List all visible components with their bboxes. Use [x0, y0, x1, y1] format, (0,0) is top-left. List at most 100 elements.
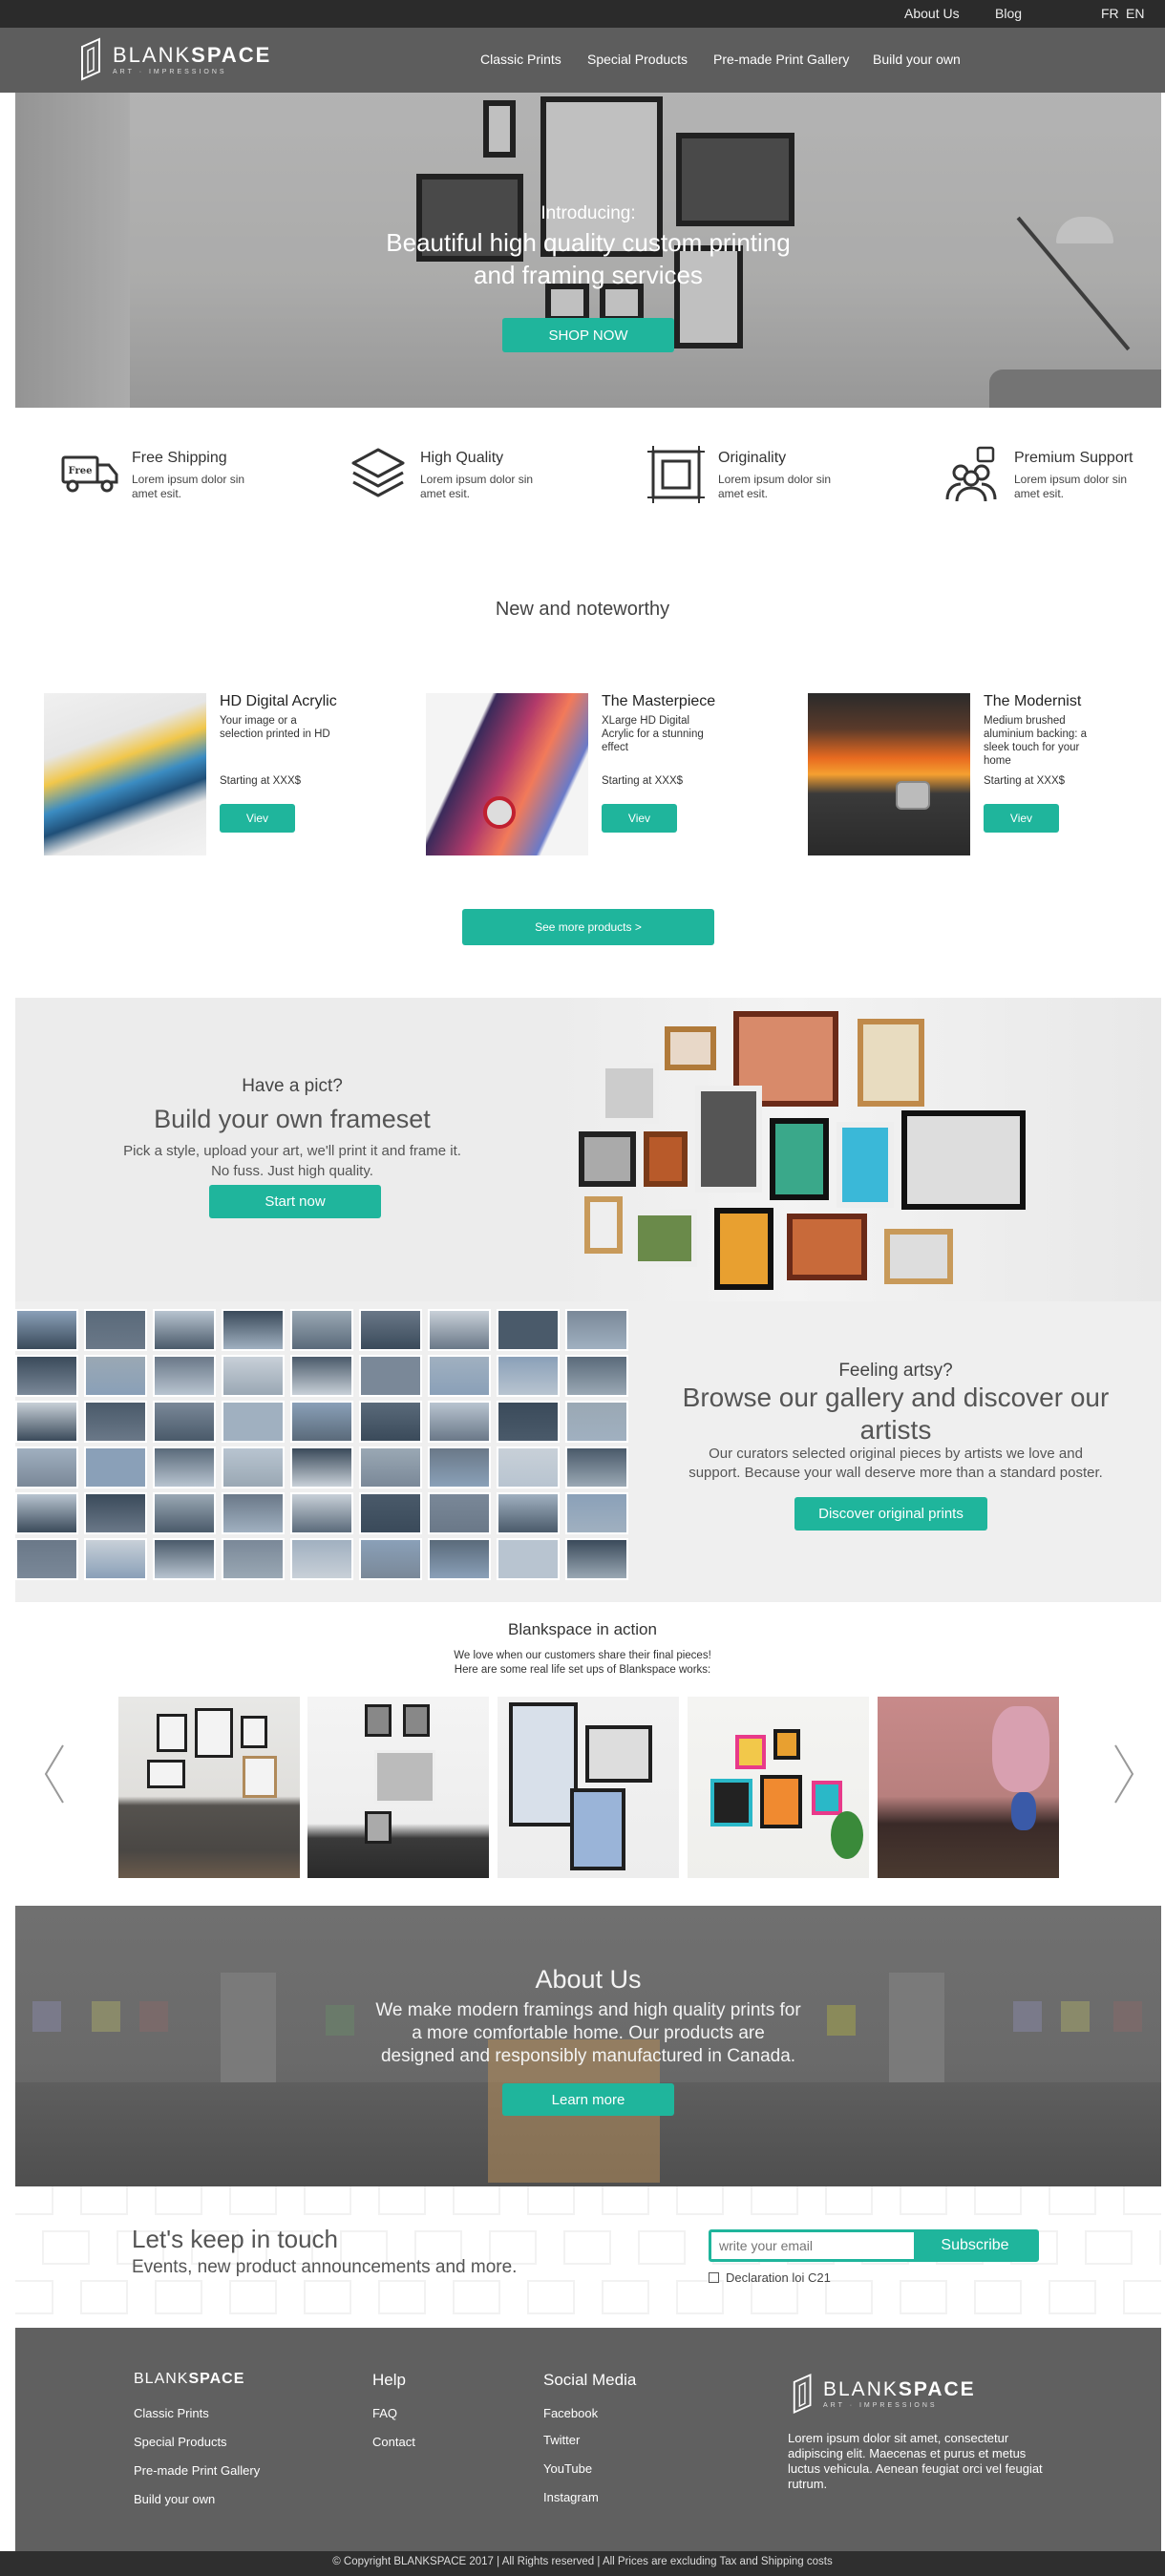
envelope-pattern-icon: [155, 2280, 202, 2314]
gallery-thumbnail: [359, 1401, 422, 1443]
gallery-thumbnail: [565, 1401, 628, 1443]
gallery-thumbnail: [15, 1309, 78, 1351]
gallery-thumbnail: [222, 1355, 285, 1397]
carousel-slide[interactable]: [688, 1697, 869, 1878]
product-price: Starting at XXX$: [220, 775, 302, 787]
footer-about-text: Lorem ipsum dolor sit amet, consectetur …: [788, 2431, 1043, 2491]
logo-name-bold: SPACE: [191, 43, 272, 67]
newsletter-form: Subscribe: [709, 2229, 1039, 2262]
feature-title: Originality: [718, 450, 787, 466]
blog-link[interactable]: Blog: [995, 6, 1022, 21]
gallery-thumbnail: [428, 1355, 491, 1397]
carousel-slide[interactable]: [307, 1697, 489, 1878]
product-price: Starting at XXX$: [602, 775, 684, 787]
newsletter-title: Let's keep in touch: [132, 2225, 338, 2253]
gallery-thumbnail: [84, 1446, 147, 1489]
consent-checkbox[interactable]: [709, 2272, 719, 2283]
footer-link-twitter[interactable]: Twitter: [543, 2433, 580, 2447]
build-frameset-section: Have a pict? Build your own frameset Pic…: [15, 998, 1161, 1301]
learn-more-button[interactable]: Learn more: [502, 2083, 674, 2116]
product-desc: Medium brushed aluminium backing: a slee…: [984, 715, 1088, 767]
envelope-pattern-icon: [825, 2186, 873, 2215]
nav-special-products[interactable]: Special Products: [587, 52, 688, 67]
hero-title-line: and framing services: [474, 261, 703, 289]
discover-prints-button[interactable]: Discover original prints: [794, 1497, 987, 1531]
envelope-pattern-icon: [155, 2186, 202, 2215]
build-desc-line: Pick a style, upload your art, we'll pri…: [123, 1143, 461, 1159]
nav-premade-gallery[interactable]: Pre-made Print Gallery: [713, 52, 849, 67]
product-desc: XLarge HD Digital Acrylic for a stunning…: [602, 715, 704, 753]
footer-link-classic-prints[interactable]: Classic Prints: [134, 2406, 209, 2420]
gallery-thumbnail: [497, 1538, 560, 1580]
gallery-thumbnail: [428, 1446, 491, 1489]
footer-link-contact[interactable]: Contact: [372, 2435, 415, 2449]
carousel-slide[interactable]: [118, 1697, 300, 1878]
feature-title: Premium Support: [1014, 450, 1133, 466]
envelope-pattern-icon: [900, 2280, 947, 2314]
footer-link-premade-gallery[interactable]: Pre-made Print Gallery: [134, 2463, 260, 2478]
logo-mark-icon: [81, 37, 100, 81]
consent-checkbox-row[interactable]: Declaration loi C21: [709, 2270, 831, 2285]
feature-desc: Lorem ipsum dolor sin amet esit.: [718, 473, 832, 500]
footer-logo-text[interactable]: BLANKSPACE: [134, 2371, 244, 2388]
start-now-button[interactable]: Start now: [209, 1185, 381, 1218]
about-desc-line: designed and responsibly manufactured in…: [380, 2046, 796, 2066]
gallery-thumbnail: [497, 1446, 560, 1489]
noteworthy-heading: New and noteworthy: [495, 599, 670, 620]
gallery-thumbnail: [153, 1309, 216, 1351]
carousel-next-arrow-icon[interactable]: [1110, 1743, 1136, 1805]
lang-fr-link[interactable]: FR: [1101, 6, 1119, 21]
consent-label: Declaration loi C21: [726, 2270, 831, 2285]
gallery-desc-line: Our curators selected original pieces by…: [709, 1446, 1083, 1462]
about-us-link[interactable]: About Us: [904, 6, 960, 21]
envelope-pattern-icon: [563, 2230, 611, 2265]
product-image[interactable]: [44, 693, 206, 855]
footer-logo[interactable]: BLANKSPACE ART · IMPRESSIONS: [791, 2372, 976, 2416]
subscribe-button[interactable]: Subscribe: [914, 2232, 1036, 2259]
shop-now-button[interactable]: SHOP NOW: [502, 318, 674, 352]
about-desc-line: a more comfortable home. Our products ar…: [412, 2023, 765, 2043]
gallery-title: Browse our gallery and discover our arti…: [657, 1382, 1134, 1446]
gallery-thumbnail: [428, 1309, 491, 1351]
view-product-button[interactable]: Viev: [220, 804, 295, 833]
envelope-pattern-icon: [80, 2280, 128, 2314]
feature-desc: Lorem ipsum dolor sin amet esit.: [132, 473, 245, 500]
about-desc-line: We make modern framings and high quality…: [375, 2000, 801, 2020]
footer-link-faq[interactable]: FAQ: [372, 2406, 397, 2420]
envelope-pattern-icon: [1048, 2280, 1096, 2314]
product-image[interactable]: [426, 693, 588, 855]
footer-link-build-your-own[interactable]: Build your own: [134, 2492, 215, 2506]
gallery-thumbnail: [290, 1401, 353, 1443]
nav-build-your-own[interactable]: Build your own: [873, 52, 961, 67]
lang-en-link[interactable]: EN: [1126, 6, 1144, 21]
gallery-thumbnail: [222, 1446, 285, 1489]
carousel-prev-arrow-icon[interactable]: [42, 1743, 69, 1805]
view-product-button[interactable]: Viev: [602, 804, 677, 833]
product-image[interactable]: [808, 693, 970, 855]
envelope-pattern-icon: [602, 2280, 649, 2314]
gallery-desc-line: support. Because your wall deserve more …: [688, 1465, 1103, 1481]
envelope-pattern-icon: [900, 2186, 947, 2215]
main-nav: BLANKSPACE ART · IMPRESSIONS Classic Pri…: [0, 28, 1165, 93]
logo[interactable]: BLANKSPACE ART · IMPRESSIONS: [78, 37, 271, 81]
footer-link-instagram[interactable]: Instagram: [543, 2490, 599, 2504]
newsletter-section: Let's keep in touch Events, new product …: [15, 2186, 1161, 2328]
view-product-button[interactable]: Viev: [984, 804, 1059, 833]
see-more-products-button[interactable]: See more products >: [462, 909, 714, 945]
envelope-pattern-icon: [229, 2280, 277, 2314]
envelope-pattern-icon: [1123, 2186, 1161, 2215]
gallery-thumbnail: [153, 1355, 216, 1397]
footer-link-youtube[interactable]: YouTube: [543, 2461, 592, 2476]
footer-link-facebook[interactable]: Facebook: [543, 2406, 598, 2420]
gallery-thumbnail: [153, 1492, 216, 1534]
envelope-pattern-icon: [751, 2280, 798, 2314]
carousel-slide[interactable]: [498, 1697, 679, 1878]
footer-link-special-products[interactable]: Special Products: [134, 2435, 227, 2449]
feature-originality: Originality Lorem ipsum dolor sin amet e…: [646, 444, 842, 505]
nav-classic-prints[interactable]: Classic Prints: [480, 52, 561, 67]
envelope-pattern-icon: [1159, 2230, 1161, 2265]
gallery-thumbnail: [565, 1538, 628, 1580]
gallery-thumbnail: [497, 1355, 560, 1397]
carousel-slide[interactable]: [878, 1697, 1059, 1878]
email-input[interactable]: [711, 2232, 914, 2259]
